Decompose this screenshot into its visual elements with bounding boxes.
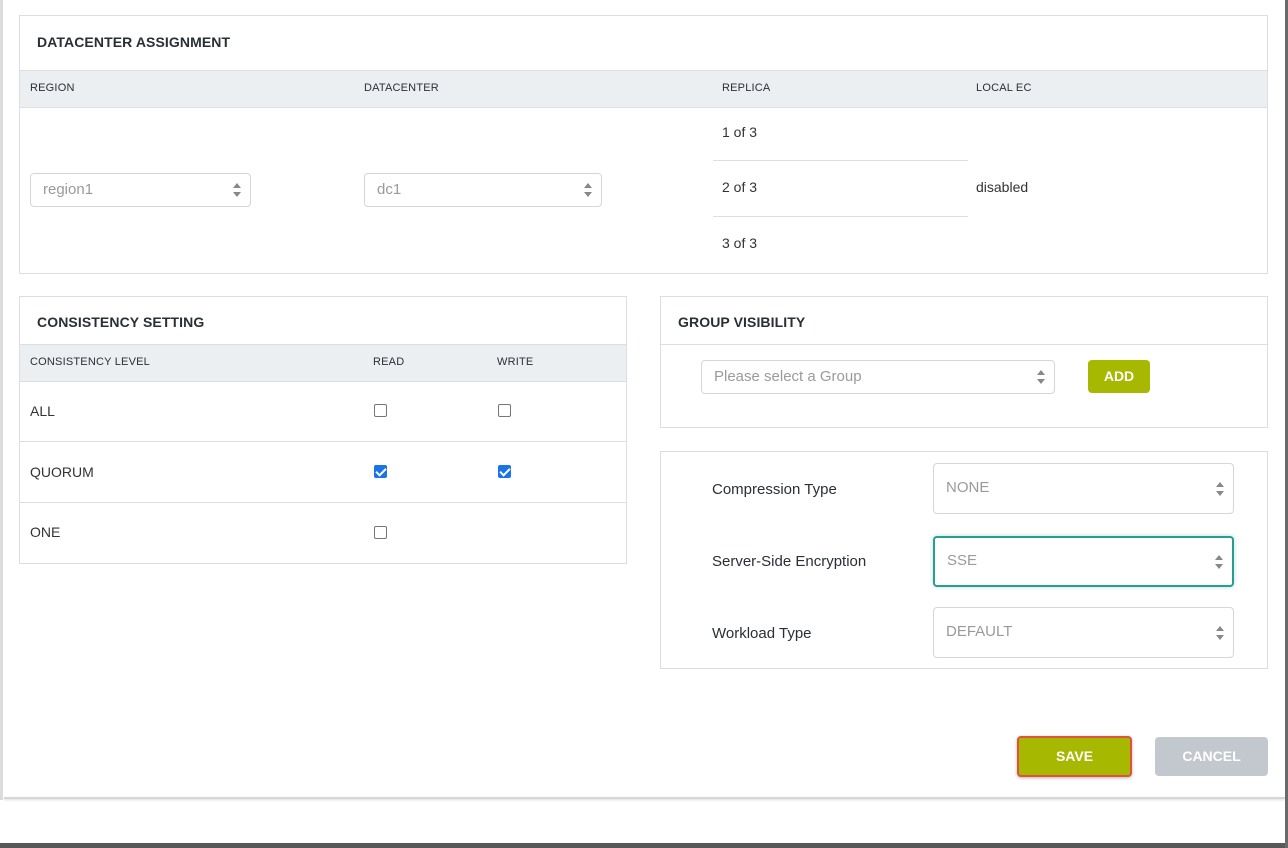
column-header-replica: REPLICA [722,82,771,94]
write-checkbox-quorum[interactable] [498,465,511,478]
local-ec-value: disabled [976,179,1029,195]
region-select-value: region1 [43,181,94,198]
column-header-consistency-level: CONSISTENCY LEVEL [30,356,150,368]
region-select[interactable]: region1 [30,173,251,207]
datacenter-assignment-title: DATACENTER ASSIGNMENT [37,34,231,50]
select-arrows-icon [1216,626,1224,640]
column-header-local-ec: LOCAL EC [976,82,1032,94]
table-settings-panel: Compression Type NONE Server-Side Encryp… [660,451,1268,669]
compression-type-value: NONE [946,479,990,496]
consistency-setting-title: CONSISTENCY SETTING [37,314,205,330]
server-side-encryption-label: Server-Side Encryption [712,553,867,570]
consistency-level-one: ONE [30,524,61,540]
datacenter-select-value: dc1 [377,181,402,198]
footer-divider [4,797,1285,799]
consistency-level-quorum: QUORUM [30,464,94,480]
workload-type-select[interactable]: DEFAULT [933,607,1234,658]
select-arrows-icon [1216,482,1224,496]
column-header-region: REGION [30,82,75,94]
select-arrows-icon [233,183,241,197]
workload-type-label: Workload Type [712,625,812,642]
server-side-encryption-value: SSE [947,552,978,569]
column-header-write: WRITE [497,356,534,368]
workload-type-value: DEFAULT [946,623,1013,640]
select-arrows-icon [584,183,592,197]
replica-1: 1 of 3 [722,124,758,140]
column-header-read: READ [373,356,405,368]
compression-type-select[interactable]: NONE [933,463,1234,514]
row-divider [20,502,626,503]
write-checkbox-all[interactable] [498,404,511,417]
cancel-button[interactable]: CANCEL [1155,737,1268,776]
group-visibility-title: GROUP VISIBILITY [678,314,806,330]
replica-divider [713,216,968,217]
read-checkbox-all[interactable] [374,404,387,417]
consistency-level-all: ALL [30,403,55,419]
server-side-encryption-select[interactable]: SSE [933,536,1234,587]
datacenter-select[interactable]: dc1 [364,173,602,207]
select-arrows-icon [1037,370,1045,384]
add-group-button[interactable]: ADD [1088,360,1150,393]
replica-3: 3 of 3 [722,235,758,251]
datacenter-assignment-panel: DATACENTER ASSIGNMENT REGION DATACENTER … [19,15,1268,274]
group-visibility-panel: GROUP VISIBILITY Please select a Group A… [660,296,1268,428]
panel-divider [661,344,1267,345]
modal-page: DATACENTER ASSIGNMENT REGION DATACENTER … [0,0,1285,843]
read-checkbox-one[interactable] [374,526,387,539]
replica-divider [713,160,968,161]
compression-type-label: Compression Type [712,481,837,498]
group-select-placeholder: Please select a Group [714,368,862,385]
replica-2: 2 of 3 [722,179,758,195]
left-border [0,0,3,800]
consistency-setting-panel: CONSISTENCY SETTING CONSISTENCY LEVEL RE… [19,296,627,564]
read-checkbox-quorum[interactable] [374,465,387,478]
select-arrows-icon [1215,555,1223,569]
save-button[interactable]: SAVE [1017,736,1132,777]
datacenter-table-header: REGION DATACENTER REPLICA LOCAL EC [20,70,1267,108]
row-divider [20,441,626,442]
consistency-table-header: CONSISTENCY LEVEL READ WRITE [20,344,626,382]
column-header-datacenter: DATACENTER [364,82,439,94]
group-select[interactable]: Please select a Group [701,360,1055,394]
